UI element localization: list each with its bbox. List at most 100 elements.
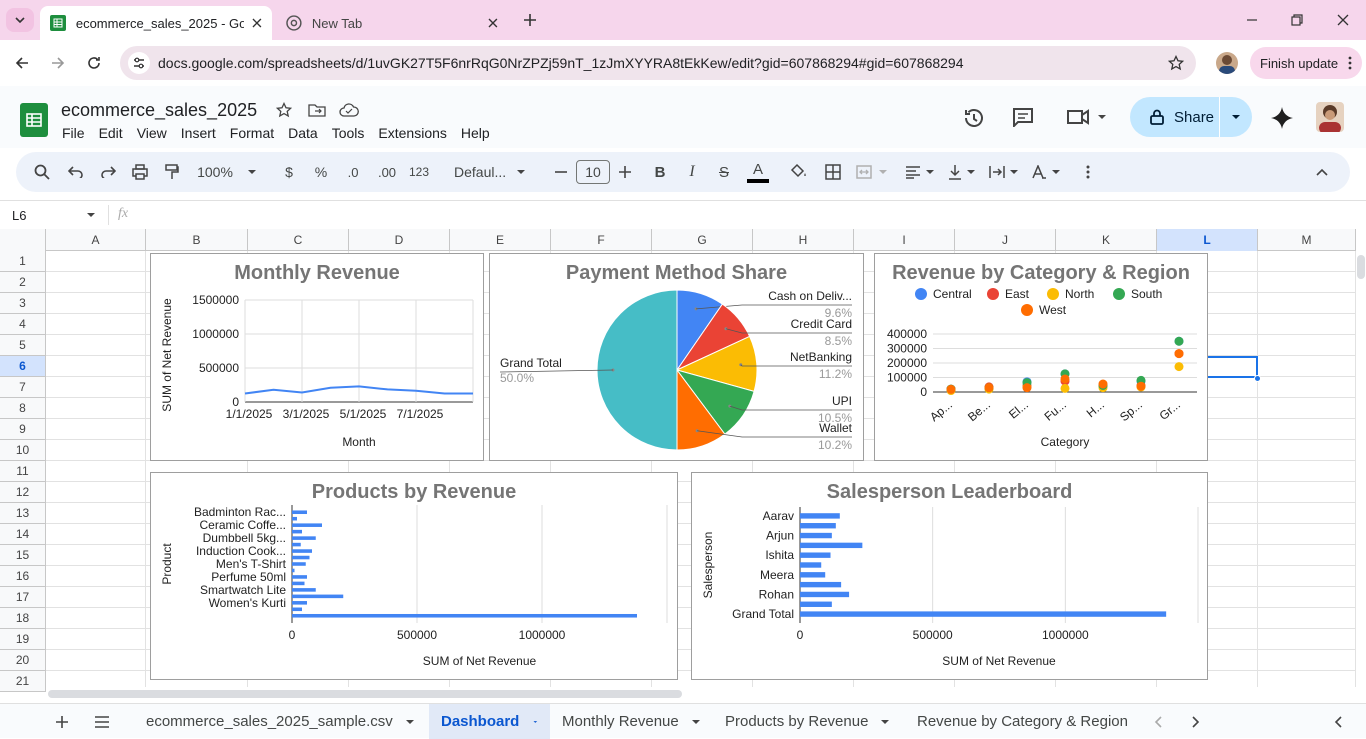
row-header-4[interactable]: 4	[0, 314, 46, 335]
star-icon[interactable]	[276, 102, 292, 118]
fill-color-button[interactable]	[786, 152, 812, 192]
search-menus-button[interactable]	[30, 152, 54, 192]
column-header-h[interactable]: H	[753, 229, 854, 251]
row-header-1[interactable]: 1	[0, 251, 46, 272]
borders-button[interactable]	[820, 152, 846, 192]
text-wrap-button[interactable]	[986, 152, 1022, 192]
collapse-toolbar-button[interactable]	[1310, 152, 1334, 192]
decrease-decimal-button[interactable]: .0	[340, 152, 366, 192]
column-header-l[interactable]: L	[1157, 229, 1258, 251]
row-header-12[interactable]: 12	[0, 482, 46, 503]
scroll-tabs-left-button[interactable]	[1148, 712, 1168, 732]
add-sheet-button[interactable]	[52, 712, 72, 732]
sheet-tab-dashboard[interactable]: Dashboard	[429, 704, 550, 739]
row-header-5[interactable]: 5	[0, 335, 46, 356]
row-header-10[interactable]: 10	[0, 440, 46, 461]
site-info-icon[interactable]	[128, 52, 150, 74]
browser-tab-newtab[interactable]: New Tab	[276, 6, 508, 40]
menu-edit[interactable]: Edit	[99, 125, 123, 141]
row-header-3[interactable]: 3	[0, 293, 46, 314]
row-header-8[interactable]: 8	[0, 398, 46, 419]
column-header-k[interactable]: K	[1056, 229, 1157, 251]
back-button[interactable]	[10, 51, 34, 75]
new-tab-button[interactable]	[520, 10, 540, 30]
browser-tab-sheets[interactable]: ecommerce_sales_2025 - Goog	[40, 6, 272, 40]
column-header-j[interactable]: J	[955, 229, 1056, 251]
row-header-18[interactable]: 18	[0, 608, 46, 629]
column-header-g[interactable]: G	[652, 229, 753, 251]
undo-button[interactable]	[64, 152, 88, 192]
row-header-20[interactable]: 20	[0, 650, 46, 671]
chart-salesperson-leaderboard[interactable]: Salesperson Leaderboard 0 500000 1000000 Aa…	[691, 472, 1208, 680]
finish-update-button[interactable]: Finish update	[1250, 47, 1363, 79]
zoom-select[interactable]: 100%	[192, 152, 262, 192]
chart-revenue-by-category-region[interactable]: Revenue by Category & Region Central East…	[874, 253, 1208, 461]
increase-decimal-button[interactable]: .00	[372, 152, 402, 192]
chart-monthly-revenue[interactable]: Monthly Revenue 0 500000 1000000 1500000 1/1…	[150, 253, 484, 461]
sheet-tab-monthly-revenue[interactable]: Monthly Revenue	[550, 704, 713, 739]
share-dropdown-icon[interactable]	[1230, 111, 1242, 123]
font-size-increase-button[interactable]	[614, 152, 636, 192]
omnibox[interactable]: docs.google.com/spreadsheets/d/1uvGK27T5…	[120, 46, 1196, 80]
vertical-scroll-thumb[interactable]	[1357, 255, 1365, 279]
doc-title[interactable]: ecommerce_sales_2025	[61, 100, 257, 121]
paint-format-button[interactable]	[160, 152, 184, 192]
share-button[interactable]: Share	[1130, 97, 1252, 137]
chart-products-by-revenue[interactable]: Products by Revenue 0 500000 1000000 Badmin…	[150, 472, 678, 680]
fill-handle[interactable]	[1254, 375, 1261, 382]
name-box[interactable]: L6	[12, 206, 102, 224]
tab-search-button[interactable]	[6, 8, 34, 32]
comments-icon[interactable]	[1012, 107, 1034, 127]
profile-avatar[interactable]	[1216, 52, 1238, 74]
row-header-16[interactable]: 16	[0, 566, 46, 587]
row-header-9[interactable]: 9	[0, 419, 46, 440]
more-tools-button[interactable]	[1078, 152, 1098, 192]
minimize-button[interactable]	[1240, 8, 1264, 32]
scroll-tabs-right-button[interactable]	[1186, 712, 1206, 732]
menu-tools[interactable]: Tools	[332, 125, 365, 141]
sheet-grid[interactable]: Monthly Revenue 0 500000 1000000 1500000 1/1…	[46, 251, 1356, 687]
horizontal-align-button[interactable]	[902, 152, 938, 192]
column-header-e[interactable]: E	[450, 229, 551, 251]
row-header-13[interactable]: 13	[0, 503, 46, 524]
row-header-2[interactable]: 2	[0, 272, 46, 293]
horizontal-scroll-thumb[interactable]	[48, 690, 682, 698]
redo-button[interactable]	[96, 152, 120, 192]
font-select[interactable]: Defaul...	[446, 152, 532, 192]
row-header-6[interactable]: 6	[0, 356, 46, 377]
close-window-button[interactable]	[1331, 8, 1355, 32]
font-size-decrease-button[interactable]	[550, 152, 572, 192]
move-folder-icon[interactable]	[308, 103, 326, 117]
currency-button[interactable]: $	[276, 152, 302, 192]
cloud-saved-icon[interactable]	[339, 103, 359, 117]
text-rotation-button[interactable]	[1028, 152, 1064, 192]
column-header-b[interactable]: B	[146, 229, 248, 251]
explore-collapse-button[interactable]	[1328, 712, 1348, 732]
column-header-m[interactable]: M	[1258, 229, 1356, 251]
vertical-scrollbar[interactable]	[1356, 251, 1366, 687]
text-color-button[interactable]: A	[744, 152, 772, 192]
sheet-tab-products-by-revenue[interactable]: Products by Revenue	[713, 704, 902, 739]
column-header-c[interactable]: C	[248, 229, 349, 251]
row-header-11[interactable]: 11	[0, 461, 46, 482]
select-all-corner[interactable]	[0, 229, 46, 251]
chart-payment-method-share[interactable]: Payment Method Share Cash on Deliv... 9.6…	[489, 253, 864, 461]
vertical-align-button[interactable]	[944, 152, 980, 192]
italic-button[interactable]: I	[680, 152, 704, 192]
row-header-19[interactable]: 19	[0, 629, 46, 650]
bold-button[interactable]: B	[648, 152, 672, 192]
row-header-17[interactable]: 17	[0, 587, 46, 608]
column-header-f[interactable]: F	[551, 229, 652, 251]
all-sheets-button[interactable]	[92, 712, 112, 732]
row-header-7[interactable]: 7	[0, 377, 46, 398]
column-header-d[interactable]: D	[349, 229, 450, 251]
restore-button[interactable]	[1285, 8, 1309, 32]
print-button[interactable]	[128, 152, 152, 192]
sheet-tab-revenue-by-category[interactable]: Revenue by Category & Region	[905, 704, 1133, 739]
menu-data[interactable]: Data	[288, 125, 318, 141]
strikethrough-button[interactable]: S	[712, 152, 736, 192]
column-header-i[interactable]: I	[854, 229, 955, 251]
forward-button[interactable]	[46, 51, 70, 75]
menu-format[interactable]: Format	[230, 125, 274, 141]
reload-button[interactable]	[82, 51, 106, 75]
